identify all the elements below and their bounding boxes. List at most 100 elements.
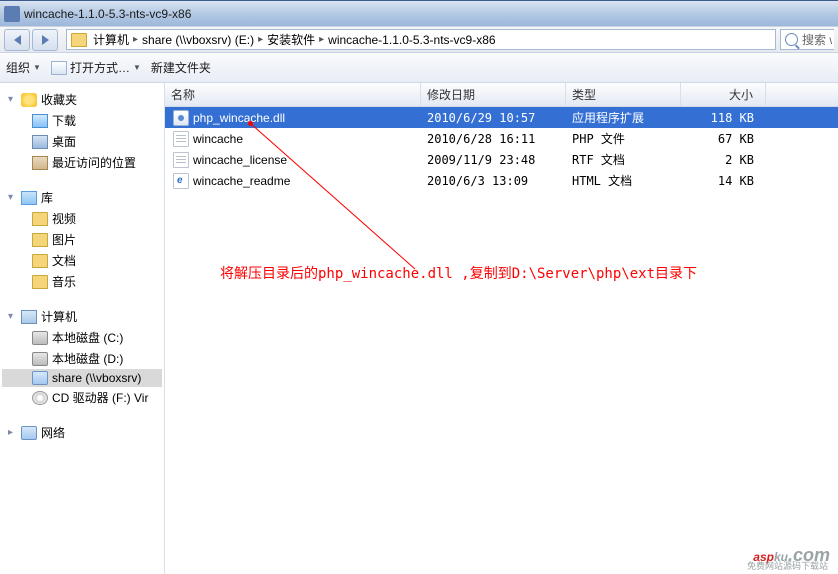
search-icon bbox=[785, 33, 798, 46]
forward-button[interactable] bbox=[32, 29, 58, 51]
folder-icon bbox=[32, 233, 48, 247]
file-date: 2010/6/28 16:11 bbox=[421, 132, 566, 146]
breadcrumb-item[interactable]: share (\\vboxsrv) (E:) bbox=[142, 33, 254, 47]
sidebar-item-videos[interactable]: 视频 bbox=[2, 208, 162, 229]
file-date: 2010/6/29 10:57 bbox=[421, 111, 566, 125]
command-bar: 组织▼ 打开方式…▼ 新建文件夹 bbox=[0, 53, 838, 83]
disclosure-icon: ▾ bbox=[6, 95, 15, 104]
file-row[interactable]: wincache_readme 2010/6/3 13:09HTML 文档14 K… bbox=[165, 170, 838, 191]
computer-header[interactable]: ▾ 计算机 bbox=[2, 306, 162, 327]
address-bar[interactable]: 计算机 ▸ share (\\vboxsrv) (E:) ▸ 安装软件 ▸ winca… bbox=[66, 29, 776, 50]
open-with-menu[interactable]: 打开方式…▼ bbox=[51, 59, 141, 76]
file-date: 2009/11/9 23:48 bbox=[421, 153, 566, 167]
desktop-icon bbox=[32, 135, 48, 149]
back-button[interactable] bbox=[4, 29, 30, 51]
sidebar-item-recent[interactable]: 最近访问的位置 bbox=[2, 152, 162, 173]
column-size[interactable]: 大小 bbox=[681, 83, 766, 106]
sidebar-item-disk-c[interactable]: 本地磁盘 (C:) bbox=[2, 327, 162, 348]
file-list: 名称 修改日期 类型 大小 php_wincache.dll 2010/6/29 … bbox=[165, 83, 838, 574]
watermark-subtitle: 免费网站源码下载站 bbox=[747, 559, 828, 572]
arrow-right-icon bbox=[42, 35, 49, 45]
file-type: PHP 文件 bbox=[566, 130, 681, 147]
chevron-down-icon: ▼ bbox=[133, 63, 141, 72]
sidebar-item-documents[interactable]: 文档 bbox=[2, 250, 162, 271]
navigation-pane: ▾ 收藏夹 下载 桌面 最近访问的位置 ▾库 视频 图片 文档 音乐 ▾ 计算机 本… bbox=[0, 83, 165, 574]
new-folder-button[interactable]: 新建文件夹 bbox=[151, 59, 211, 76]
search-box[interactable] bbox=[780, 29, 834, 50]
file-name: php_wincache.dll bbox=[193, 111, 285, 125]
sidebar-item-desktop[interactable]: 桌面 bbox=[2, 131, 162, 152]
organize-label: 组织 bbox=[6, 59, 30, 76]
favorites-label: 收藏夹 bbox=[41, 91, 77, 108]
chevron-right-icon: ▸ bbox=[258, 34, 263, 45]
open-with-label: 打开方式… bbox=[70, 59, 130, 76]
disclosure-icon: ▾ bbox=[6, 312, 15, 321]
download-icon bbox=[32, 114, 48, 128]
folder-icon bbox=[71, 33, 87, 47]
sidebar-item-share[interactable]: share (\\vboxsrv) bbox=[2, 369, 162, 387]
search-input[interactable] bbox=[802, 33, 832, 47]
file-row[interactable]: wincache 2010/6/28 16:11PHP 文件67 KB bbox=[165, 128, 838, 149]
arrow-left-icon bbox=[14, 35, 21, 45]
file-row[interactable]: php_wincache.dll 2010/6/29 10:57应用程序扩展118… bbox=[165, 107, 838, 128]
breadcrumb-item[interactable]: 计算机 bbox=[93, 31, 129, 48]
network-icon bbox=[21, 426, 37, 440]
libraries-icon bbox=[21, 191, 37, 205]
network-label: 网络 bbox=[41, 424, 65, 441]
breadcrumb-item[interactable]: 安装软件 bbox=[267, 31, 315, 48]
file-row[interactable]: wincache_license 2009/11/9 23:48RTF 文档2 K… bbox=[165, 149, 838, 170]
file-type: HTML 文档 bbox=[566, 172, 681, 189]
disclosure-icon: ▸ bbox=[6, 428, 15, 437]
recent-icon bbox=[32, 156, 48, 170]
file-icon bbox=[173, 110, 189, 126]
network-header[interactable]: ▸ 网络 bbox=[2, 422, 162, 443]
window-title: wincache-1.1.0-5.3-nts-vc9-x86 bbox=[24, 7, 191, 21]
chevron-right-icon: ▸ bbox=[319, 34, 324, 45]
file-name: wincache_license bbox=[193, 153, 287, 167]
column-type[interactable]: 类型 bbox=[566, 83, 681, 106]
network-drive-icon bbox=[32, 371, 48, 385]
favorites-header[interactable]: ▾ 收藏夹 bbox=[2, 89, 162, 110]
file-size: 14 KB bbox=[681, 174, 766, 188]
column-date[interactable]: 修改日期 bbox=[421, 83, 566, 106]
sidebar-item-pictures[interactable]: 图片 bbox=[2, 229, 162, 250]
folder-icon bbox=[32, 275, 48, 289]
chevron-right-icon: ▸ bbox=[133, 34, 138, 45]
file-type: RTF 文档 bbox=[566, 151, 681, 168]
column-name[interactable]: 名称 bbox=[165, 83, 421, 106]
new-folder-label: 新建文件夹 bbox=[151, 59, 211, 76]
file-icon bbox=[173, 152, 189, 168]
sidebar-item-music[interactable]: 音乐 bbox=[2, 271, 162, 292]
app-icon bbox=[4, 6, 20, 22]
disk-icon bbox=[32, 331, 48, 345]
app-icon bbox=[51, 61, 67, 75]
file-icon bbox=[173, 131, 189, 147]
file-size: 2 KB bbox=[681, 153, 766, 167]
sidebar-item-disk-d[interactable]: 本地磁盘 (D:) bbox=[2, 348, 162, 369]
navigation-bar: 计算机 ▸ share (\\vboxsrv) (E:) ▸ 安装软件 ▸ winca… bbox=[0, 26, 838, 53]
file-icon bbox=[173, 173, 189, 189]
sidebar-item-downloads[interactable]: 下载 bbox=[2, 110, 162, 131]
chevron-down-icon: ▼ bbox=[33, 63, 41, 72]
annotation-dot-icon bbox=[248, 121, 253, 126]
folder-icon bbox=[32, 212, 48, 226]
breadcrumb: 计算机 ▸ share (\\vboxsrv) (E:) ▸ 安装软件 ▸ winca… bbox=[91, 31, 498, 48]
disk-icon bbox=[32, 352, 48, 366]
file-size: 67 KB bbox=[681, 132, 766, 146]
file-date: 2010/6/3 13:09 bbox=[421, 174, 566, 188]
annotation-text: 将解压目录后的php_wincache.dll ,复制到D:\Server\ph… bbox=[220, 263, 697, 283]
file-name: wincache_readme bbox=[193, 174, 290, 188]
column-headers: 名称 修改日期 类型 大小 bbox=[165, 83, 838, 107]
libraries-header[interactable]: ▾库 bbox=[2, 187, 162, 208]
libraries-label: 库 bbox=[41, 189, 53, 206]
file-size: 118 KB bbox=[681, 111, 766, 125]
computer-label: 计算机 bbox=[41, 308, 77, 325]
sidebar-item-cd[interactable]: CD 驱动器 (F:) Vir bbox=[2, 387, 162, 408]
file-name: wincache bbox=[193, 132, 243, 146]
breadcrumb-item[interactable]: wincache-1.1.0-5.3-nts-vc9-x86 bbox=[328, 33, 495, 47]
window-titlebar: wincache-1.1.0-5.3-nts-vc9-x86 bbox=[0, 0, 838, 26]
star-icon bbox=[21, 93, 37, 107]
cd-icon bbox=[32, 391, 48, 405]
file-type: 应用程序扩展 bbox=[566, 109, 681, 126]
organize-menu[interactable]: 组织▼ bbox=[6, 59, 41, 76]
